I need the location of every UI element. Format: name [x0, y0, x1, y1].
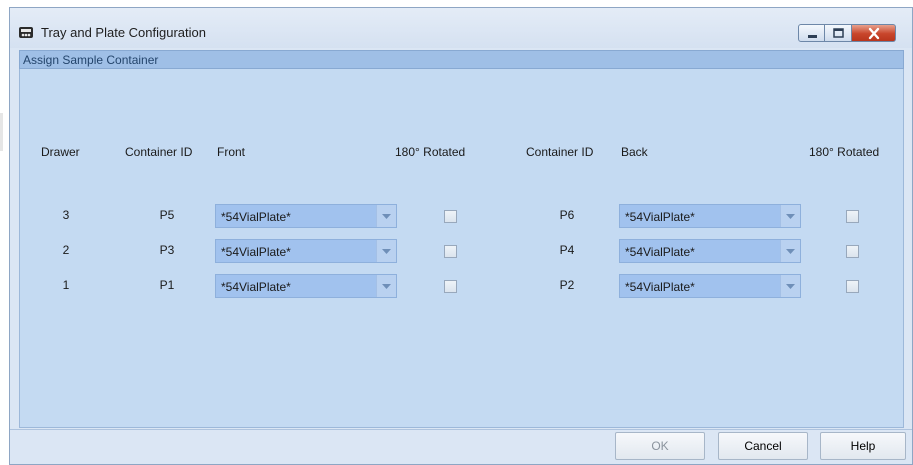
chevron-down-icon — [382, 214, 391, 219]
dropdown-button[interactable] — [376, 205, 396, 227]
close-icon — [868, 27, 880, 40]
chevron-down-icon — [786, 214, 795, 219]
front-container-id: P1 — [159, 278, 175, 292]
front-rotated-checkbox[interactable] — [444, 210, 457, 223]
back-container-value: *54VialPlate* — [625, 245, 695, 259]
background-edge — [0, 113, 3, 151]
tray-plate-configuration-dialog: Tray and Plate Configuration Assign Samp… — [9, 7, 913, 465]
tray-plate-icon — [18, 24, 34, 40]
chevron-down-icon — [382, 284, 391, 289]
dropdown-button[interactable] — [780, 205, 800, 227]
dropdown-button[interactable] — [780, 275, 800, 297]
dropdown-button[interactable] — [376, 240, 396, 262]
back-rotated-checkbox[interactable] — [846, 280, 859, 293]
group-header: Assign Sample Container — [19, 50, 904, 69]
back-rotated-checkbox[interactable] — [846, 210, 859, 223]
drawer-number: 1 — [62, 278, 70, 292]
window-title: Tray and Plate Configuration — [41, 25, 207, 40]
back-container-select[interactable]: *54VialPlate* — [619, 239, 801, 263]
front-container-select[interactable]: *54VialPlate* — [215, 239, 397, 263]
front-container-select[interactable]: *54VialPlate* — [215, 204, 397, 228]
back-container-select[interactable]: *54VialPlate* — [619, 274, 801, 298]
header-drawer: Drawer — [41, 145, 80, 159]
back-container-select[interactable]: *54VialPlate* — [619, 204, 801, 228]
header-front-container-id: Container ID — [125, 145, 193, 159]
header-back: Back — [621, 145, 648, 159]
back-container-value: *54VialPlate* — [625, 280, 695, 294]
dropdown-button[interactable] — [780, 240, 800, 262]
front-container-value: *54VialPlate* — [221, 245, 291, 259]
chevron-down-icon — [382, 249, 391, 254]
front-rotated-checkbox[interactable] — [444, 280, 457, 293]
back-rotated-checkbox[interactable] — [846, 245, 859, 258]
header-front: Front — [217, 145, 246, 159]
close-button[interactable] — [852, 24, 896, 42]
front-container-id: P5 — [159, 208, 175, 222]
minimize-button[interactable] — [798, 24, 825, 42]
header-back-container-id: Container ID — [526, 145, 594, 159]
chevron-down-icon — [786, 249, 795, 254]
back-container-id: P2 — [559, 278, 575, 292]
chevron-down-icon — [786, 284, 795, 289]
drawer-number: 3 — [62, 208, 70, 222]
front-container-select[interactable]: *54VialPlate* — [215, 274, 397, 298]
front-container-value: *54VialPlate* — [221, 280, 291, 294]
group-header-label: Assign Sample Container — [23, 53, 159, 67]
ok-button[interactable]: OK — [615, 432, 705, 460]
drawer-number: 2 — [62, 243, 70, 257]
header-front-rotated: 180° Rotated — [395, 145, 466, 159]
maximize-icon — [833, 28, 844, 38]
header-back-rotated: 180° Rotated — [809, 145, 880, 159]
cancel-button[interactable]: Cancel — [718, 432, 808, 460]
front-container-id: P3 — [159, 243, 175, 257]
back-container-id: P6 — [559, 208, 575, 222]
back-container-value: *54VialPlate* — [625, 210, 695, 224]
title-bar[interactable]: Tray and Plate Configuration — [10, 8, 912, 48]
front-container-value: *54VialPlate* — [221, 210, 291, 224]
back-container-id: P4 — [559, 243, 575, 257]
minimize-icon — [808, 35, 817, 38]
dropdown-button[interactable] — [376, 275, 396, 297]
front-rotated-checkbox[interactable] — [444, 245, 457, 258]
help-button[interactable]: Help — [820, 432, 906, 460]
maximize-button[interactable] — [825, 24, 852, 42]
footer-divider — [10, 429, 912, 430]
